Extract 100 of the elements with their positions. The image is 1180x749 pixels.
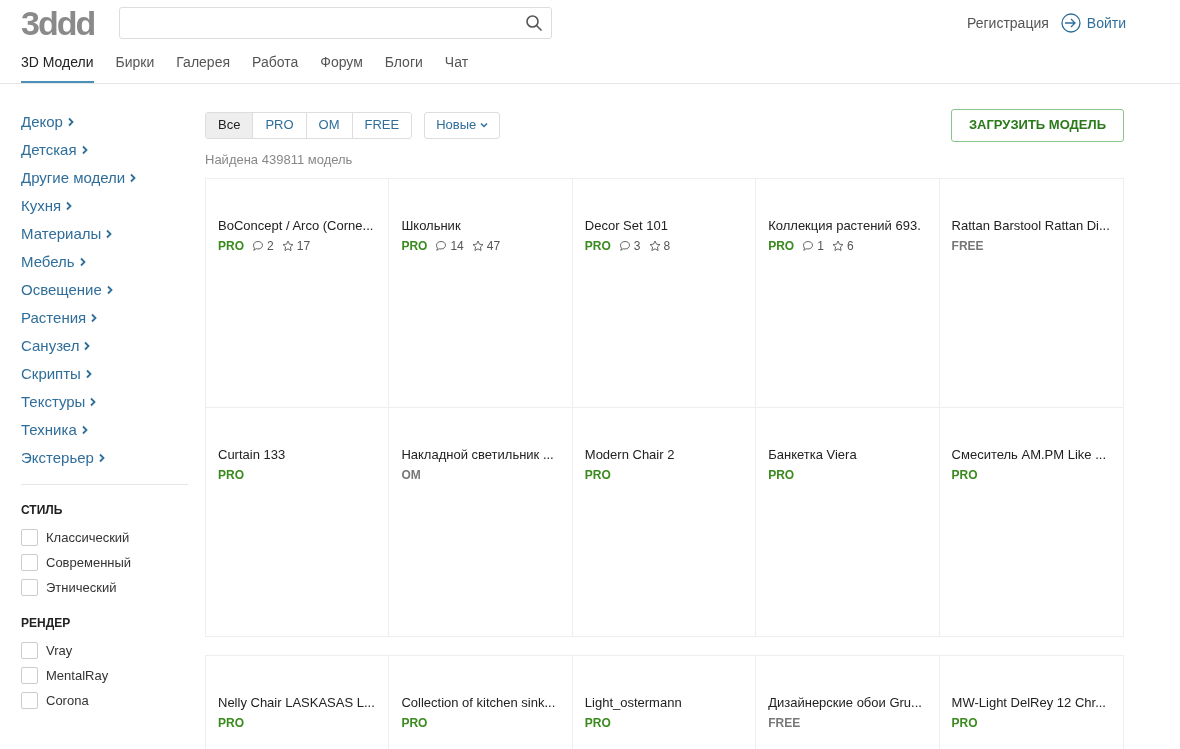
- model-title[interactable]: Nelly Chair LASKASAS L...: [218, 692, 377, 712]
- model-title[interactable]: Rattan Barstool Rattan Di...: [951, 215, 1111, 235]
- search-field[interactable]: [119, 7, 552, 39]
- login-icon: [1060, 13, 1081, 33]
- category-link[interactable]: Кухня: [21, 196, 62, 216]
- checkbox[interactable]: [21, 642, 38, 659]
- category-link[interactable]: Санузел: [21, 336, 80, 356]
- chevron-icon: [66, 117, 75, 127]
- license-tag: PRO: [951, 466, 978, 484]
- nav-tab[interactable]: Бирки: [115, 52, 155, 83]
- license-tag: FREE: [951, 237, 984, 255]
- nav-tab[interactable]: Чат: [444, 52, 469, 83]
- license-tag: PRO: [768, 237, 795, 255]
- star-icon: [648, 240, 661, 252]
- caret-icon: [480, 122, 489, 128]
- comment-icon: [435, 240, 448, 252]
- model-title[interactable]: Коллекция растений 693.: [768, 215, 927, 235]
- filter-tab[interactable]: Все: [206, 112, 254, 138]
- chevron-icon: [90, 313, 99, 323]
- license-tag: PRO: [768, 466, 795, 484]
- model-title[interactable]: Light_ostermann: [584, 692, 744, 712]
- license-tag: PRO: [584, 466, 611, 484]
- nav-tab[interactable]: Работа: [252, 52, 299, 83]
- comment-count: 3: [633, 238, 641, 255]
- license-tag: PRO: [218, 714, 244, 732]
- model-title[interactable]: BoConcept / Arco (Corne...: [218, 215, 377, 235]
- category-link[interactable]: Скрипты: [21, 364, 81, 384]
- checkbox-label: Vray: [46, 641, 73, 660]
- search-icon[interactable]: [525, 14, 543, 32]
- license-tag: PRO: [584, 237, 611, 255]
- checkbox-label: MentalRay: [46, 666, 109, 685]
- checkbox-label: Современный: [46, 553, 132, 572]
- chevron-icon: [105, 229, 114, 239]
- comment-count: 14: [450, 238, 464, 255]
- chevron-icon: [65, 201, 74, 211]
- license-tag: FREE: [768, 714, 801, 732]
- register-link[interactable]: Регистрация: [966, 12, 1049, 34]
- comment-icon: [802, 240, 815, 252]
- login-link[interactable]: Войти: [1060, 12, 1126, 34]
- checkbox-label: Этнический: [46, 578, 117, 597]
- checkbox[interactable]: [21, 579, 38, 596]
- checkbox[interactable]: [21, 554, 38, 571]
- chevron-icon: [78, 257, 87, 267]
- nav-tab[interactable]: Форум: [320, 52, 363, 83]
- license-tag: PRO: [951, 714, 978, 732]
- comment-icon: [252, 240, 264, 252]
- license-tag: PRO: [218, 466, 244, 484]
- checkbox[interactable]: [21, 667, 38, 684]
- category-link[interactable]: Освещение: [21, 280, 102, 300]
- nav-tab[interactable]: Галерея: [176, 52, 231, 83]
- checkbox[interactable]: [21, 692, 38, 709]
- nav-tab[interactable]: 3D Модели: [21, 52, 94, 83]
- chevron-icon: [97, 453, 106, 463]
- checkbox-label: Классический: [46, 528, 130, 547]
- category-link[interactable]: Другие модели: [21, 168, 126, 188]
- license-tag: PRO: [401, 237, 428, 255]
- model-title[interactable]: Накладной светильник ...: [401, 444, 560, 464]
- chevron-icon: [89, 397, 98, 407]
- category-link[interactable]: Растения: [21, 308, 87, 328]
- category-link[interactable]: Текстуры: [21, 392, 86, 412]
- upload-button[interactable]: ЗАГРУЗИТЬ МОДЕЛЬ: [950, 108, 1124, 142]
- category-link[interactable]: Экстерьер: [21, 448, 94, 468]
- chevron-icon: [84, 369, 93, 379]
- category-link[interactable]: Техника: [21, 420, 77, 440]
- model-title[interactable]: Смеситель AM.PM Like ...: [951, 444, 1111, 464]
- favorite-count: 8: [663, 238, 671, 255]
- favorite-count: 17: [296, 238, 311, 255]
- favorite-count: 6: [846, 238, 854, 255]
- favorite-count: 47: [486, 238, 501, 255]
- nav-tab[interactable]: Блоги: [384, 52, 423, 83]
- license-tag: PRO: [584, 714, 611, 732]
- category-link[interactable]: Мебель: [21, 252, 75, 272]
- model-title[interactable]: Collection of kitchen sink...: [401, 692, 560, 712]
- star-icon: [831, 240, 844, 252]
- comment-count: 1: [817, 238, 824, 255]
- model-title[interactable]: Школьник: [401, 215, 560, 235]
- category-link[interactable]: Декор: [21, 112, 63, 132]
- checkbox[interactable]: [21, 529, 38, 546]
- license-tag: PRO: [401, 714, 428, 732]
- comment-icon: [618, 240, 631, 252]
- model-title[interactable]: MW-Light DelRey 12 Chr...: [951, 692, 1111, 712]
- filter-heading: РЕНДЕР: [21, 615, 72, 632]
- license-tag: OM: [401, 466, 421, 484]
- model-title[interactable]: Decor Set 101: [584, 215, 744, 235]
- chevron-icon: [83, 341, 92, 351]
- star-icon: [281, 240, 294, 252]
- category-link[interactable]: Детская: [21, 140, 77, 160]
- filter-heading: СТИЛЬ: [21, 502, 64, 519]
- star-icon: [471, 240, 484, 252]
- model-title[interactable]: Modern Chair 2: [584, 444, 744, 464]
- license-tag: PRO: [218, 237, 244, 255]
- chevron-icon: [129, 173, 138, 183]
- category-link[interactable]: Материалы: [21, 224, 102, 244]
- model-title[interactable]: Curtain 133: [218, 444, 377, 464]
- model-title[interactable]: Дизайнерские обои Gru...: [768, 692, 927, 712]
- model-title[interactable]: Банкетка Viera: [768, 444, 927, 464]
- checkbox-label: Corona: [46, 691, 89, 710]
- results-count: Найдена 439811 модель: [205, 151, 354, 169]
- chevron-icon: [80, 425, 89, 435]
- sort-dropdown[interactable]: Новые: [424, 111, 501, 139]
